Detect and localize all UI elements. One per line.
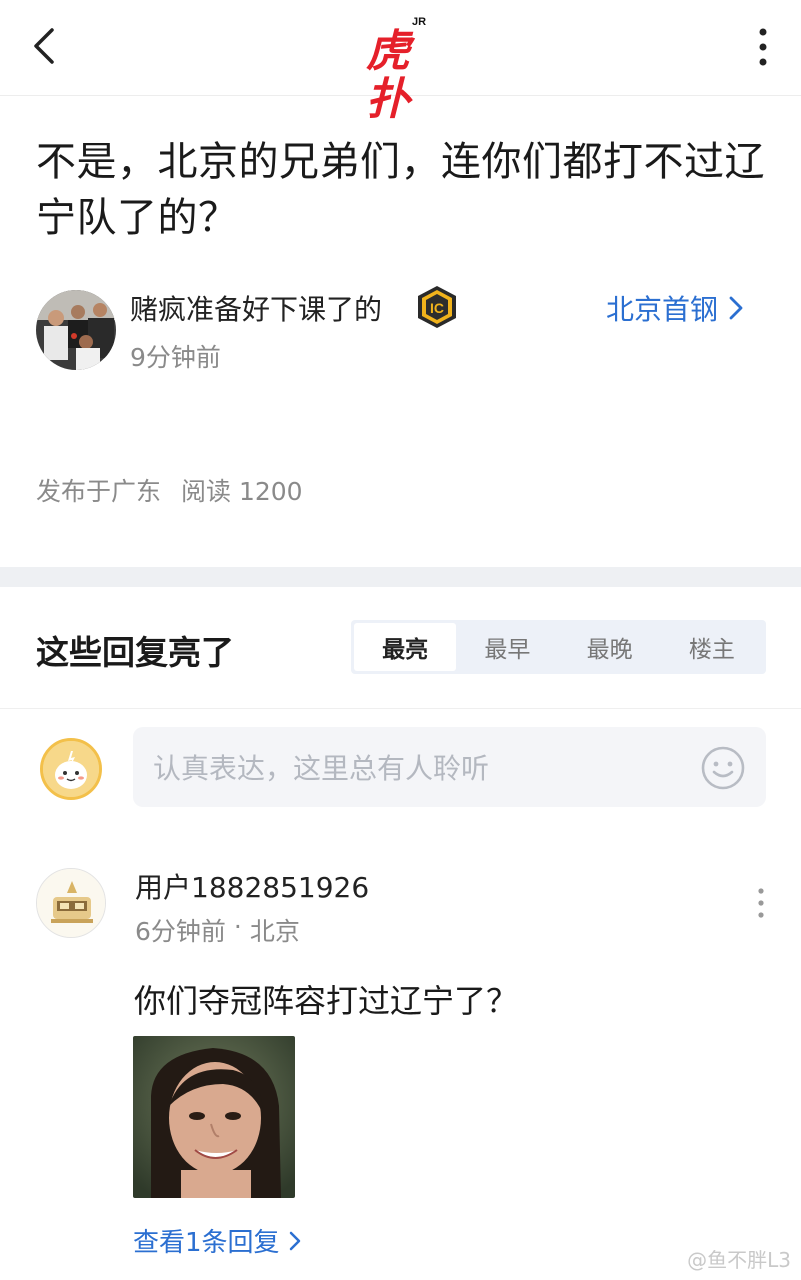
post-reads: 阅读 1200 <box>181 477 303 506</box>
weibo-watermark: @鱼不胖L3 <box>687 1244 791 1273</box>
divider <box>0 708 801 709</box>
post-meta: 发布于广东 阅读 1200 <box>36 472 303 508</box>
svg-text:IC: IC <box>430 300 444 316</box>
meta-separator: · <box>233 912 242 941</box>
author-avatar[interactable] <box>36 290 116 370</box>
sort-tabs: 最亮 最早 最晚 楼主 <box>351 620 766 674</box>
reply-more-icon[interactable] <box>752 886 770 920</box>
replies-section-title: 这些回复亮了 <box>36 633 234 672</box>
reply-username[interactable]: 用户1882851926 <box>135 866 369 906</box>
comment-input[interactable]: 认真表达，这里总有人聆听 <box>133 727 766 807</box>
reply-user-avatar[interactable] <box>36 868 106 938</box>
tab-op-only[interactable]: 楼主 <box>661 623 763 671</box>
reply-text: 你们夺冠阵容打过辽宁了？ <box>134 982 519 1020</box>
team-link[interactable]: 北京首钢 <box>606 288 744 328</box>
reply-image[interactable] <box>133 1036 295 1198</box>
logo-text: 虎扑 <box>366 26 410 125</box>
post-time: 9分钟前 <box>130 343 221 372</box>
watermark-text: @鱼不胖L3 <box>687 1248 791 1272</box>
my-avatar <box>40 738 102 800</box>
reply-location: 北京 <box>249 917 300 946</box>
back-icon[interactable] <box>26 24 66 68</box>
tab-latest[interactable]: 最晚 <box>559 623 661 671</box>
top-bar: JR 虎扑 <box>0 0 801 124</box>
tab-hottest[interactable]: 最亮 <box>354 623 457 671</box>
view-replies-label: 查看1条回复 <box>133 1228 280 1258</box>
post-title: 不是，北京的兄弟们，连你们都打不过辽宁队了的？ <box>36 139 765 241</box>
post-location: 发布于广东 <box>36 477 162 506</box>
section-divider <box>0 567 801 587</box>
more-options-icon[interactable] <box>753 24 773 70</box>
emoji-icon[interactable] <box>700 745 746 791</box>
chevron-right-icon <box>289 1231 300 1250</box>
author-name[interactable]: 赌疯准备好下课了的 <box>130 288 382 328</box>
team-name: 北京首钢 <box>606 293 719 326</box>
comment-placeholder: 认真表达，这里总有人聆听 <box>153 752 490 785</box>
logo-jr-text: JR <box>412 16 427 28</box>
tab-earliest[interactable]: 最早 <box>456 623 558 671</box>
hupu-logo: JR 虎扑 <box>362 16 438 124</box>
view-replies-link[interactable]: 查看1条回复 <box>133 1222 302 1259</box>
user-badge-icon: IC <box>414 284 460 330</box>
reply-time: 6分钟前 <box>135 917 226 946</box>
reply-meta: 6分钟前 · 北京 <box>135 912 300 948</box>
chevron-right-icon <box>729 296 743 320</box>
